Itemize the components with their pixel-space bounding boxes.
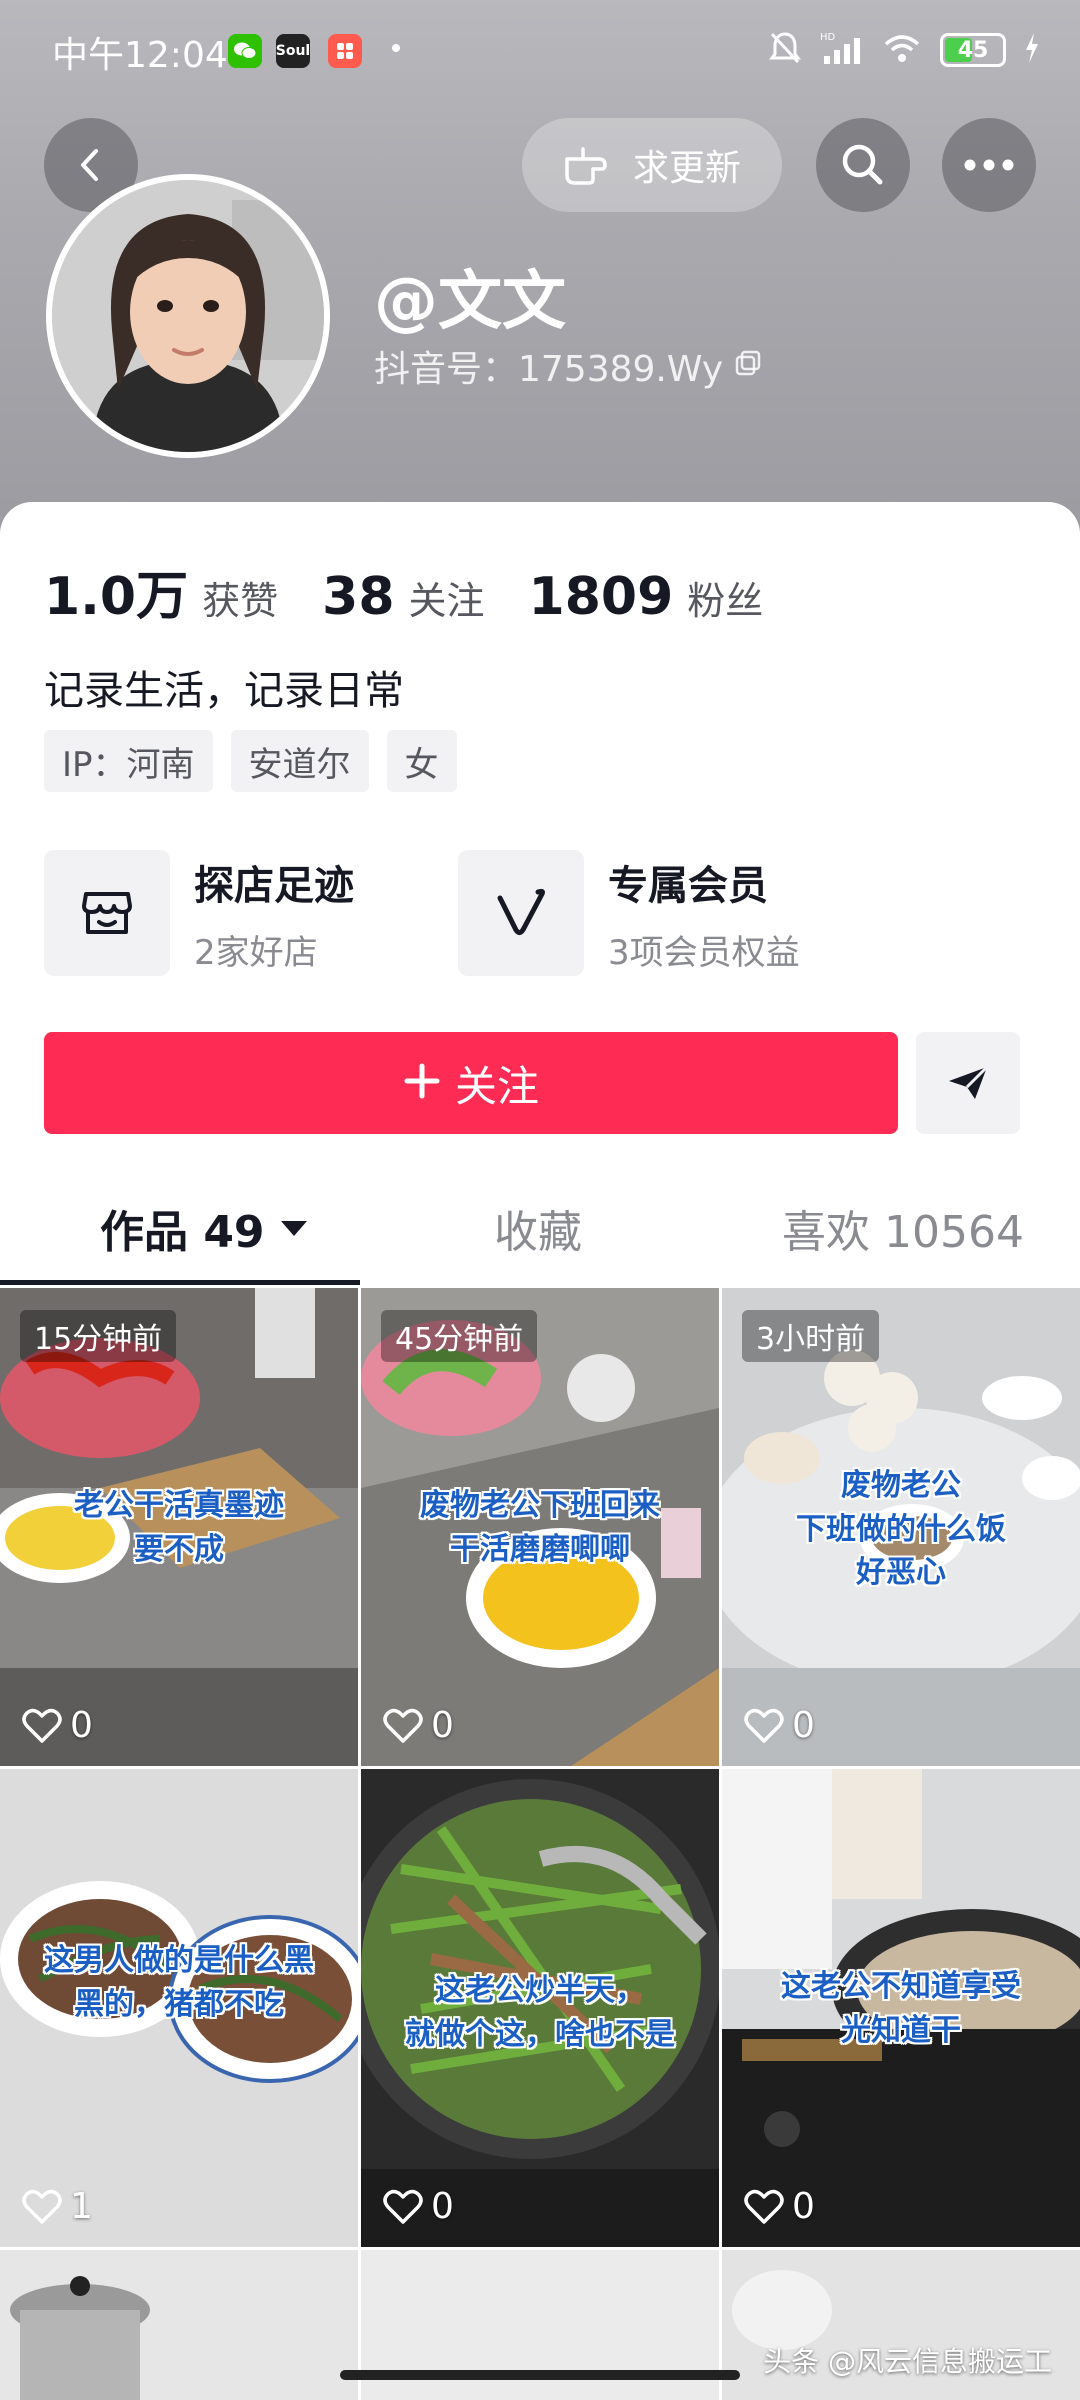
active-tab-indicator xyxy=(0,1280,360,1285)
battery-icon: 45 xyxy=(940,33,1006,67)
video-tile[interactable]: 这男人做的是什么黑 黑的，猪都不吃 1 xyxy=(0,1769,358,2247)
profile-stats: 1.0万 获赞 38 关注 1809 粉丝 xyxy=(44,554,807,629)
video-caption: 废物老公 下班做的什么饭 好恶心 xyxy=(796,1468,1006,1590)
video-likes-count: 0 xyxy=(792,2186,815,2227)
follow-button[interactable]: 关注 xyxy=(44,1032,898,1134)
signal-icon: HD xyxy=(820,30,864,70)
video-caption: 这男人做的是什么黑 黑的，猪都不吃 xyxy=(44,1943,314,2022)
tab-works[interactable]: 作品 49 xyxy=(100,1196,309,1260)
video-tile[interactable]: 15分钟前 老公干活真墨迹 要不成 0 xyxy=(0,1288,358,1766)
shop-visits-entry[interactable]: 探店足迹 2家好店 xyxy=(44,850,354,976)
search-button[interactable] xyxy=(816,118,910,212)
tag-ip: IP：河南 xyxy=(44,730,213,792)
video-likes-count: 0 xyxy=(792,1705,815,1746)
more-button[interactable] xyxy=(942,118,1036,212)
membership-title: 专属会员 xyxy=(608,862,768,909)
followers-label: 粉丝 xyxy=(687,579,764,623)
video-caption: 这老公不知道享受 光知道干 xyxy=(781,1969,1021,2048)
douyin-id: 抖音号：175389.Wy xyxy=(374,340,763,392)
shop-visits-sub: 2家好店 xyxy=(194,932,318,973)
svg-text:HD: HD xyxy=(820,32,836,43)
tag-gender: 女 xyxy=(386,730,457,792)
video-likes: 0 xyxy=(744,1705,815,1746)
send-icon xyxy=(949,1065,989,1099)
send-message-button[interactable] xyxy=(916,1032,1020,1134)
mute-bell-icon xyxy=(768,30,802,70)
tab-works-label: 作品 49 xyxy=(100,1207,265,1258)
membership-entry[interactable]: 专属会员 3项会员权益 xyxy=(458,850,800,976)
status-time: 中午12:04 xyxy=(52,35,228,76)
heart-icon xyxy=(22,1708,62,1743)
video-likes-count: 0 xyxy=(70,1705,93,1746)
video-thumbnail xyxy=(0,2250,358,2400)
following-label: 关注 xyxy=(408,579,485,623)
video-tile[interactable]: 3小时前 废物老公 下班做的什么饭 好恶心 0 xyxy=(722,1288,1080,1766)
status-indicators: HD 45 xyxy=(768,28,1040,72)
video-caption: 这老公炒半天， 就做个这，啥也不是 xyxy=(405,1973,675,2052)
tab-likes[interactable]: 喜欢 10564 xyxy=(782,1196,1024,1260)
copy-icon[interactable] xyxy=(733,346,763,387)
heart-icon xyxy=(383,2189,423,2224)
video-likes-count: 0 xyxy=(431,2186,454,2227)
heart-icon xyxy=(383,1708,423,1743)
soul-icon: Soul xyxy=(276,34,310,68)
status-bar: 中午12:04 Soul HD 45 xyxy=(0,0,1080,100)
app-icon xyxy=(328,34,362,68)
likes-count[interactable]: 1.0万 xyxy=(44,554,188,629)
video-likes: 0 xyxy=(22,1705,93,1746)
video-likes-count: 0 xyxy=(431,1705,454,1746)
likes-label: 获赞 xyxy=(202,579,279,623)
heart-icon xyxy=(744,2189,784,2224)
heart-icon xyxy=(22,2189,62,2224)
charging-icon xyxy=(1024,33,1040,67)
video-time-badge: 45分钟前 xyxy=(381,1310,538,1362)
avatar[interactable] xyxy=(46,174,330,458)
membership-sub: 3项会员权益 xyxy=(608,932,800,973)
content-tabs: 作品 49 收藏 喜欢 10564 xyxy=(0,1160,1080,1285)
caret-down-icon xyxy=(280,1221,307,1236)
search-icon xyxy=(842,144,883,185)
heart-icon xyxy=(744,1708,784,1743)
profile-tags: IP：河南 安道尔 女 xyxy=(44,730,457,792)
battery-level: 45 xyxy=(957,37,989,63)
chevron-left-icon xyxy=(81,149,98,181)
video-tile[interactable]: 45分钟前 废物老公下班回来 干活磨磨唧唧 0 xyxy=(361,1288,719,1766)
video-tile[interactable]: 这老公不知道享受 光知道干 0 xyxy=(722,1769,1080,2247)
video-likes: 0 xyxy=(383,2186,454,2227)
home-indicator[interactable] xyxy=(340,2370,740,2380)
tag-location[interactable]: 安道尔 xyxy=(230,730,369,792)
request-update-label: 求更新 xyxy=(632,148,741,189)
shop-visits-title: 探店足迹 xyxy=(194,862,354,909)
plus-icon xyxy=(403,1057,441,1109)
wechat-icon xyxy=(228,34,262,68)
bio: 记录生活，记录日常 xyxy=(44,668,404,714)
video-tile[interactable]: 这老公炒半天， 就做个这，啥也不是 0 xyxy=(361,1769,719,2247)
video-caption: 老公干活真墨迹 要不成 xyxy=(74,1488,284,1567)
video-likes: 1 xyxy=(22,2186,93,2227)
notification-dot xyxy=(392,44,400,52)
shop-icon xyxy=(44,850,170,976)
video-caption: 废物老公下班回来 干活磨磨唧唧 xyxy=(420,1488,660,1567)
video-time-badge: 3小时前 xyxy=(742,1310,880,1362)
more-dots-icon xyxy=(964,159,1014,171)
following-count[interactable]: 38 xyxy=(322,567,394,627)
followers-count[interactable]: 1809 xyxy=(529,567,674,627)
request-update-button[interactable]: 求更新 xyxy=(522,118,782,212)
username: @文文 xyxy=(374,265,566,339)
video-tile[interactable] xyxy=(0,2250,358,2400)
tab-favorites[interactable]: 收藏 xyxy=(494,1196,582,1260)
video-time-badge: 15分钟前 xyxy=(20,1310,177,1362)
douyin-id-text: 抖音号：175389.Wy xyxy=(374,349,724,390)
video-likes-count: 1 xyxy=(70,2186,93,2227)
follow-label: 关注 xyxy=(454,1061,539,1111)
video-likes: 0 xyxy=(383,1705,454,1746)
v-icon xyxy=(458,850,584,976)
video-likes: 0 xyxy=(744,2186,815,2227)
pointing-hand-icon xyxy=(565,147,607,185)
wifi-icon xyxy=(882,32,922,68)
watermark: 头条 @风云信息搬运工 xyxy=(763,2345,1052,2378)
